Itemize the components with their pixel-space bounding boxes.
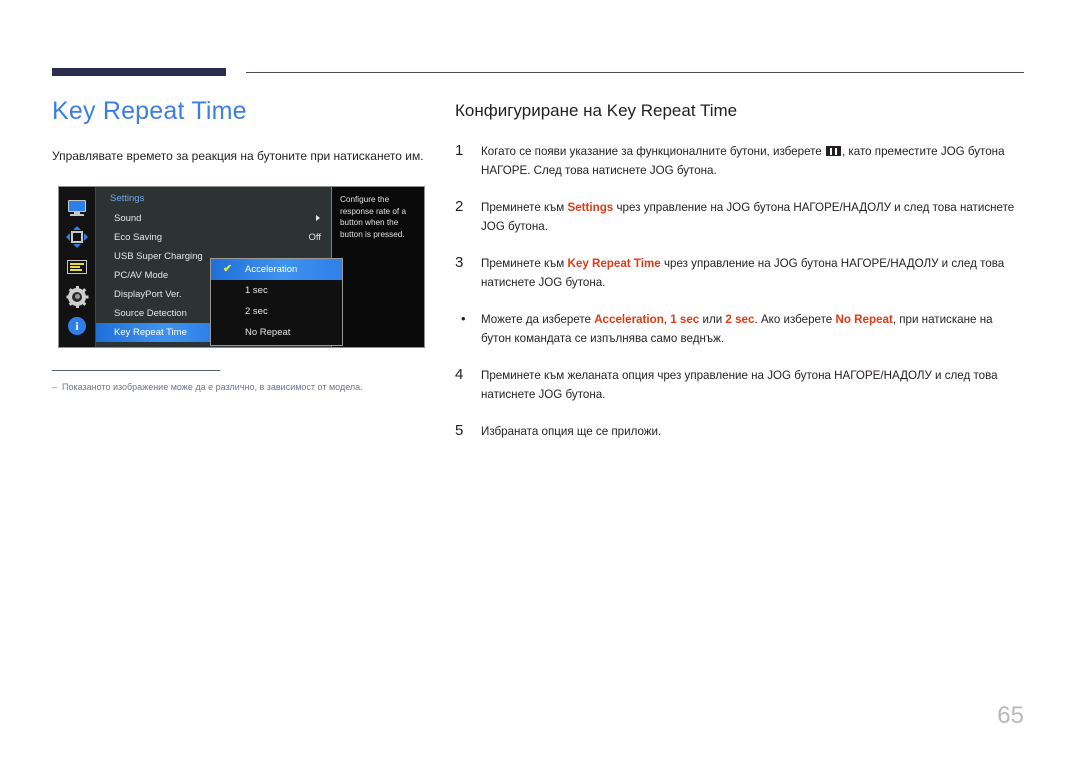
osd-menu-row-label: Eco Saving	[114, 232, 163, 243]
chevron-right-icon	[316, 215, 320, 221]
osd-dropdown: ✔ Acceleration 1 sec 2 sec No Repeat	[210, 258, 343, 346]
osd-dropdown-item[interactable]: 1 sec	[211, 280, 342, 301]
footnote-dash: ‒	[52, 382, 58, 392]
step-text-run: или	[699, 313, 726, 326]
osd-menu-row-label: Source Detection	[114, 308, 187, 319]
highlighted-term: 1 sec	[670, 313, 700, 326]
page-description: Управлявате времето за реакция на бутони…	[52, 149, 424, 163]
osd-menu-row-label: Key Repeat Time	[114, 327, 187, 338]
highlighted-term: Key Repeat Time	[567, 257, 661, 270]
osd-dropdown-item-label: Acceleration	[245, 264, 298, 275]
osd-dropdown-item-label: No Repeat	[245, 327, 291, 338]
highlighted-term: No Repeat	[835, 313, 893, 326]
header-rule-group	[52, 68, 1024, 78]
step-text-run: Когато се появи указание за функционални…	[481, 145, 825, 158]
step-number: 2	[455, 198, 464, 215]
step-text: Избраната опция ще се приложи.	[481, 422, 1025, 441]
footnote: ‒ Показаното изображение може да е разли…	[52, 381, 428, 394]
step-text: Преминете към Key Repeat Time чрез управ…	[481, 254, 1025, 292]
manual-page: Key Repeat Time Управлявате времето за р…	[0, 0, 1080, 763]
osd-menu-row-value: Off	[308, 232, 322, 243]
footnote-text: Показаното изображение може да е различн…	[62, 382, 363, 392]
highlighted-term: Acceleration	[594, 313, 664, 326]
highlighted-term: Settings	[567, 201, 614, 214]
step-text-run: Преминете към	[481, 201, 568, 214]
header-rule-thin	[246, 72, 1024, 73]
check-icon: ✔	[223, 263, 233, 275]
step-text: Когато се появи указание за функционални…	[481, 142, 1025, 180]
osd-menu-row[interactable]: Sound	[96, 209, 331, 228]
step-text: Преминете към Settings чрез управление н…	[481, 198, 1025, 236]
step-item: 4 Преминете към желаната опция чрез управ…	[455, 366, 1025, 404]
step-item: 2 Преминете към Settings чрез управление …	[455, 198, 1025, 236]
left-column: Key Repeat Time Управлявате времето за р…	[52, 96, 428, 165]
list-lines-icon	[66, 257, 88, 277]
step-text-run: Преминете към желаната опция чрез управл…	[481, 369, 998, 401]
osd-dropdown-item[interactable]: ✔ Acceleration	[211, 259, 342, 280]
osd-dropdown-item[interactable]: 2 sec	[211, 301, 342, 322]
step-text-run: Можете да изберете	[481, 313, 595, 326]
osd-dropdown-item-label: 1 sec	[245, 285, 268, 296]
gear-icon	[66, 285, 88, 308]
page-number: 65	[997, 702, 1024, 729]
step-text-run: . Ако изберете	[754, 313, 836, 326]
osd-menu-title: Settings	[110, 193, 145, 204]
step-item: 3 Преминете към Key Repeat Time чрез упра…	[455, 254, 1025, 292]
header-bar-thick	[52, 68, 226, 76]
four-way-arrows-icon	[66, 226, 88, 249]
step-text-run: Преминете към	[481, 257, 568, 270]
osd-screenshot: i Settings Sound Eco Saving Off USB Super C…	[58, 186, 425, 348]
step-text: Можете да изберете Acceleration, 1 sec и…	[481, 310, 1025, 348]
osd-menu-row-label: USB Super Charging	[114, 251, 203, 262]
osd-menu-row[interactable]: Eco Saving Off	[96, 228, 331, 247]
osd-help-text: Configure the response rate of a button …	[332, 187, 424, 347]
footnote-rule	[52, 370, 220, 371]
step-text-run: Избраната опция ще се приложи.	[481, 425, 662, 438]
step-number: 1	[455, 142, 464, 159]
info-icon-glyph: i	[68, 317, 86, 336]
osd-menu-row-label: PC/AV Mode	[114, 270, 169, 281]
osd-menu-panel: Settings Sound Eco Saving Off USB Super Cha…	[96, 187, 343, 347]
highlighted-term: 2 sec	[725, 313, 755, 326]
step-number: 5	[455, 422, 464, 439]
step-item: 5 Избраната опция ще се приложи.	[455, 422, 1025, 441]
osd-menu-row-label: DisplayPort Ver.	[114, 289, 182, 300]
step-number: 4	[455, 366, 464, 383]
info-icon: i	[66, 316, 88, 336]
osd-sidebar: i	[59, 187, 96, 347]
osd-dropdown-item-label: 2 sec	[245, 306, 268, 317]
bullet-marker: •	[461, 311, 466, 326]
footnote-block: ‒ Показаното изображение може да е разли…	[52, 370, 428, 394]
section-title: Конфигуриране на Key Repeat Time	[455, 101, 738, 120]
page-title: Key Repeat Time	[52, 97, 247, 125]
osd-menu-row-label: Sound	[114, 213, 142, 224]
step-number: 3	[455, 254, 464, 271]
right-column: Конфигуриране на Key Repeat Time 1 Когато…	[455, 100, 1025, 459]
osd-dropdown-item[interactable]: No Repeat	[211, 322, 342, 343]
step-item: 1 Когато се появи указание за функционалн…	[455, 142, 1025, 180]
step-text: Преминете към желаната опция чрез управл…	[481, 366, 1025, 404]
steps-list: 1 Когато се появи указание за функционалн…	[455, 142, 1025, 441]
menu-icon	[825, 146, 841, 156]
osd-menu-row[interactable]: Key Repeat Time	[96, 323, 211, 342]
monitor-icon	[66, 198, 88, 218]
note-item: • Можете да изберете Acceleration, 1 sec …	[455, 310, 1025, 348]
